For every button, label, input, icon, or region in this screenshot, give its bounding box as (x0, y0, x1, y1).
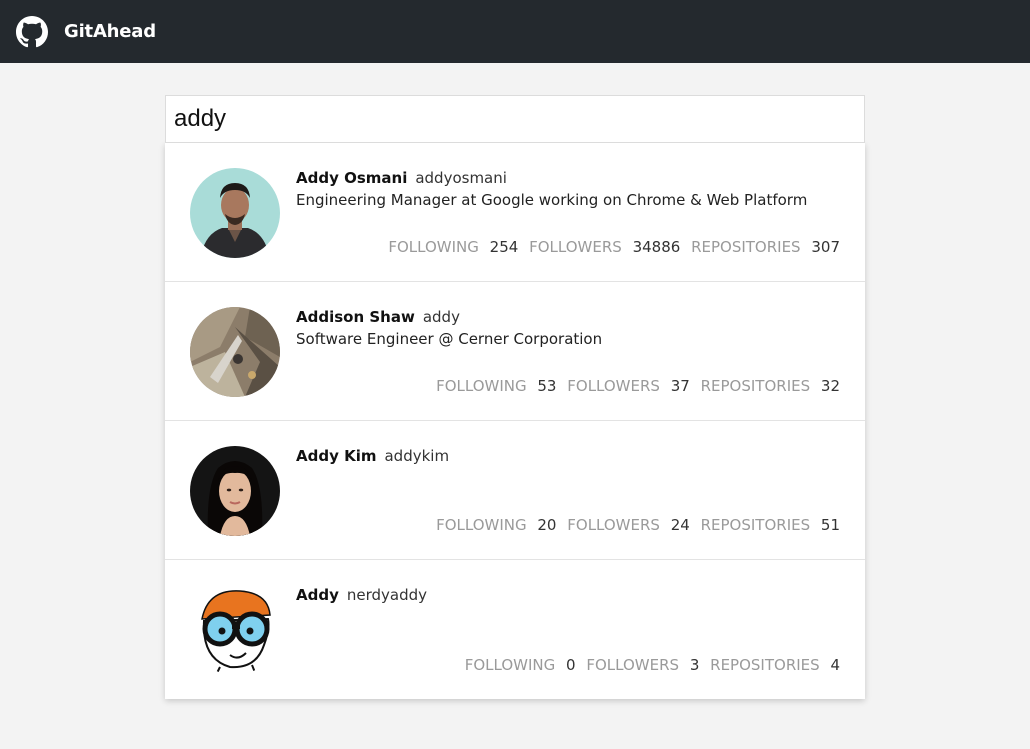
repositories-count: 51 (820, 516, 840, 534)
top-bar: GitAhead (0, 0, 1030, 63)
github-logo-icon[interactable] (16, 15, 48, 48)
user-bio: Software Engineer @ Cerner Corporation (296, 330, 603, 348)
followers-count: 3 (689, 656, 700, 674)
repositories-label: REPOSITORIES (700, 516, 811, 534)
result-info: Addison Shaw addy Software Engineer @ Cer… (296, 308, 840, 348)
avatar (190, 446, 280, 536)
followers-count: 34886 (632, 238, 681, 256)
following-count: 0 (566, 656, 576, 674)
result-row-addyosmani[interactable]: Addy Osmani addyosmani Engineering Manage… (165, 143, 865, 282)
repositories-label: REPOSITORIES (710, 656, 820, 674)
user-stats: FOLLOWING 53 FOLLOWERS 37 REPOSITORIES 3… (436, 377, 840, 395)
result-info: Addy Osmani addyosmani Engineering Manage… (296, 169, 840, 209)
user-full-name[interactable]: Addison Shaw (296, 308, 415, 326)
result-info: Addy nerdyaddy (296, 586, 840, 608)
user-login[interactable]: addyosmani (415, 169, 507, 187)
avatar (190, 168, 280, 258)
repositories-label: REPOSITORIES (700, 377, 811, 395)
user-login[interactable]: addykim (384, 447, 449, 465)
repositories-count: 307 (811, 238, 840, 256)
user-stats: FOLLOWING 20 FOLLOWERS 24 REPOSITORIES 5… (436, 516, 840, 534)
followers-label: FOLLOWERS (529, 238, 622, 256)
followers-count: 37 (670, 377, 690, 395)
search-panel: Addy Osmani addyosmani Engineering Manage… (165, 95, 865, 699)
result-row-addykim[interactable]: Addy Kim addykim FOLLOWING 20 FOLLOWERS 2… (165, 421, 865, 560)
search-input[interactable] (165, 95, 865, 143)
user-login[interactable]: addy (423, 308, 460, 326)
avatar (190, 307, 280, 397)
user-full-name[interactable]: Addy Kim (296, 447, 376, 465)
followers-count: 24 (670, 516, 690, 534)
results-list: Addy Osmani addyosmani Engineering Manage… (165, 143, 865, 699)
user-stats: FOLLOWING 0 FOLLOWERS 3 REPOSITORIES 4 (465, 656, 840, 674)
followers-label: FOLLOWERS (567, 516, 660, 534)
following-label: FOLLOWING (436, 516, 527, 534)
following-label: FOLLOWING (388, 238, 479, 256)
following-label: FOLLOWING (436, 377, 527, 395)
user-stats: FOLLOWING 254 FOLLOWERS 34886 REPOSITORI… (388, 238, 840, 256)
repositories-count: 32 (820, 377, 840, 395)
result-row-addy[interactable]: Addison Shaw addy Software Engineer @ Cer… (165, 282, 865, 421)
repositories-count: 4 (830, 656, 840, 674)
following-count: 254 (489, 238, 519, 256)
user-bio: Engineering Manager at Google working on… (296, 191, 808, 209)
user-full-name[interactable]: Addy (296, 586, 339, 604)
result-row-nerdyaddy[interactable]: Addy nerdyaddy FOLLOWING 0 FOLLOWERS 3 RE… (165, 560, 865, 699)
followers-label: FOLLOWERS (567, 377, 660, 395)
avatar (190, 585, 280, 675)
app-title[interactable]: GitAhead (64, 21, 156, 42)
repositories-label: REPOSITORIES (691, 238, 801, 256)
user-login[interactable]: nerdyaddy (347, 586, 427, 604)
following-count: 20 (537, 516, 557, 534)
user-full-name[interactable]: Addy Osmani (296, 169, 407, 187)
following-label: FOLLOWING (464, 656, 556, 674)
following-count: 53 (537, 377, 557, 395)
result-info: Addy Kim addykim (296, 447, 840, 469)
followers-label: FOLLOWERS (586, 656, 680, 674)
